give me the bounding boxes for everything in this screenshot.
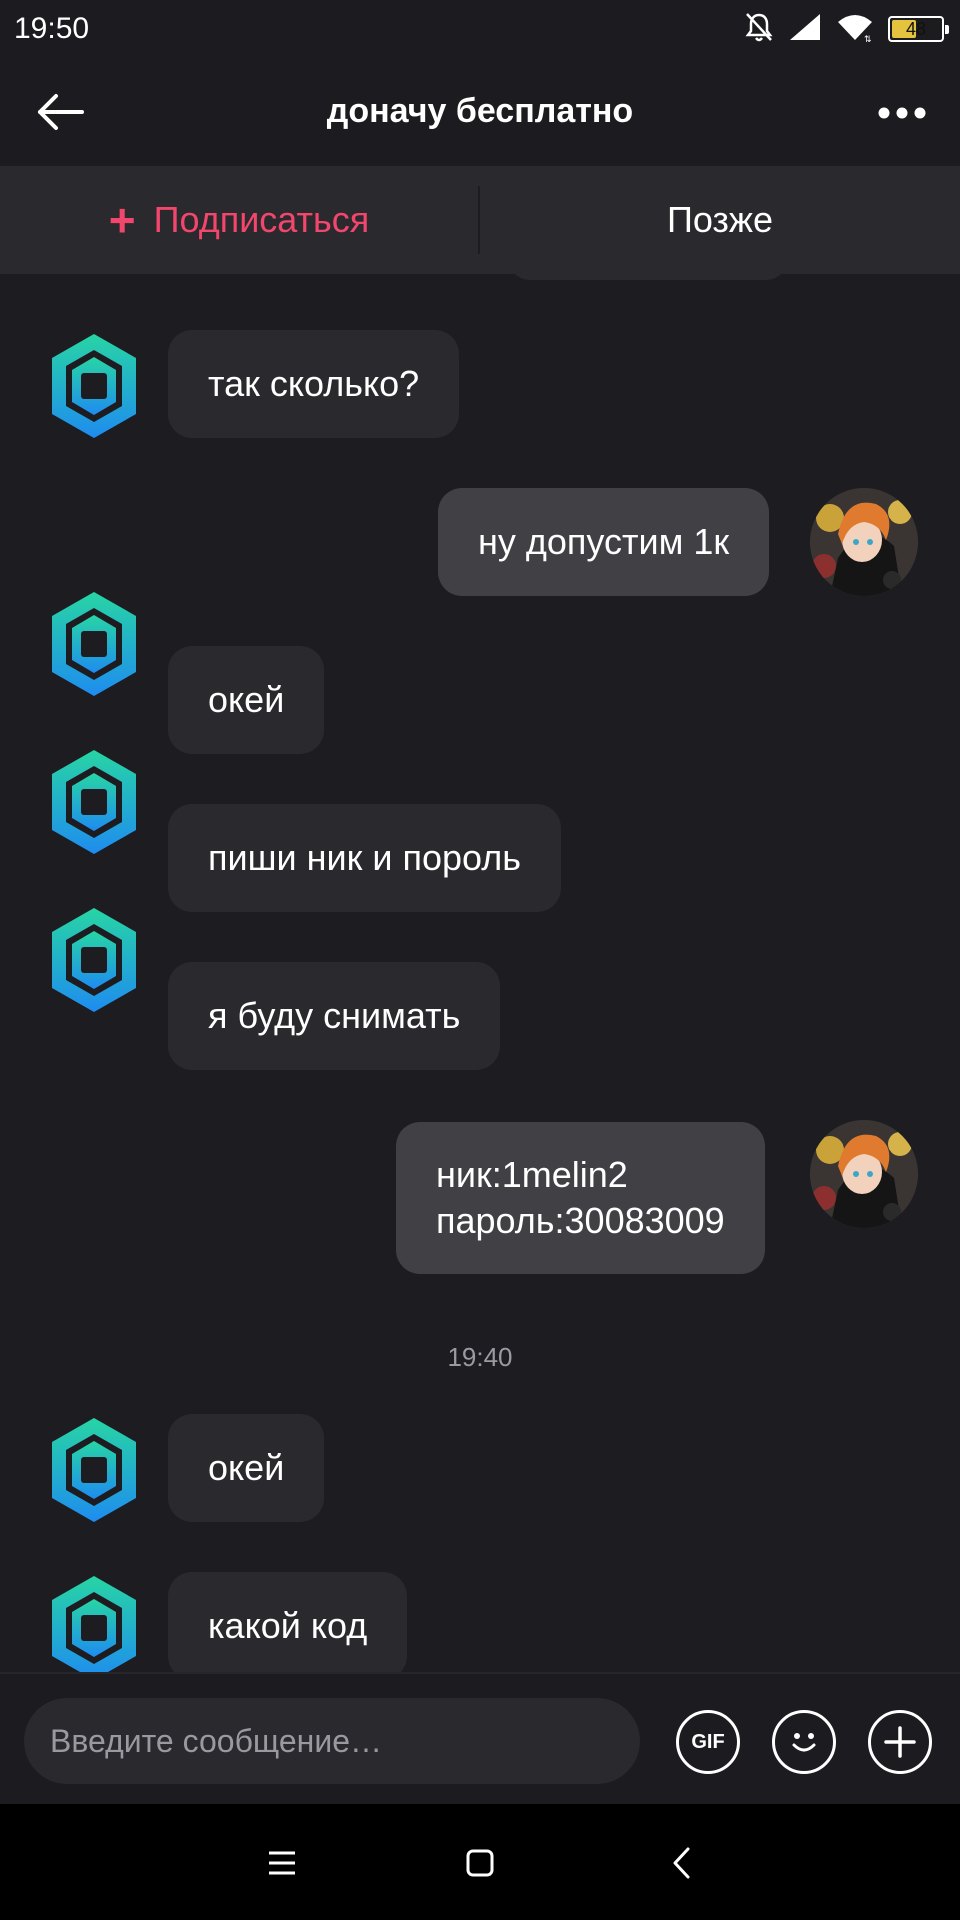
home-button[interactable] [455, 1838, 505, 1888]
more-options-button[interactable] [874, 98, 930, 128]
battery-icon: 48 [888, 16, 949, 42]
message-bubble[interactable]: какой код [168, 1572, 408, 1672]
home-icon [466, 1849, 494, 1877]
gif-button[interactable]: GIF [676, 1710, 740, 1774]
user-avatar-image [810, 1120, 918, 1228]
subscribe-label: Подписаться [153, 199, 370, 240]
system-nav-bar [0, 1804, 960, 1920]
add-icon [884, 1726, 916, 1758]
message-bubble[interactable]: окей [168, 1414, 325, 1522]
recent-apps-button[interactable] [257, 1838, 307, 1888]
message-bubble[interactable]: ну допустим 1к [438, 488, 770, 596]
subscribe-button[interactable]: + Подписаться [0, 166, 478, 274]
later-button[interactable]: Позже [480, 166, 960, 274]
chat-header: доначу бесплатно [0, 58, 960, 166]
message-bubble[interactable]: пиши ник и пороль [168, 804, 561, 912]
more-dots-icon [878, 107, 926, 119]
plus-icon: + [108, 194, 136, 246]
bell-off-icon [744, 11, 774, 48]
menu-icon [269, 1851, 295, 1875]
svg-text:⇅: ⇅ [864, 35, 872, 42]
gif-icon: GIF [691, 1730, 725, 1753]
input-bar: GIF [0, 1672, 960, 1804]
emoji-button[interactable] [772, 1710, 836, 1774]
user-avatar[interactable] [810, 488, 918, 596]
status-bar: 19:50 ⇅ 48 [0, 0, 960, 58]
robux-avatar-icon[interactable] [44, 1414, 144, 1526]
robux-avatar-icon[interactable] [44, 330, 144, 442]
user-avatar-image [810, 488, 918, 596]
back-icon [673, 1847, 690, 1879]
subscribe-bar: + Подписаться Позже [0, 166, 960, 274]
status-icons: ⇅ 48 [744, 11, 949, 48]
chat-area[interactable]: так сколько? ну допустим 1к окей пиши ни… [0, 274, 960, 1672]
nav-back-button[interactable] [657, 1838, 707, 1888]
message-bubble[interactable]: так сколько? [168, 330, 460, 438]
message-bubble[interactable]: ник:1melin2 пароль:30083009 [396, 1122, 765, 1274]
user-avatar[interactable] [810, 1120, 918, 1228]
time-separator: 19:40 [447, 1342, 513, 1372]
add-button[interactable] [868, 1710, 932, 1774]
wifi-icon: ⇅ [836, 12, 874, 47]
signal-icon [788, 12, 822, 47]
status-time: 19:50 [14, 12, 90, 45]
message-bubble[interactable]: окей [168, 646, 325, 754]
previous-message-bubble [508, 274, 788, 280]
robux-avatar-icon[interactable] [44, 1572, 144, 1672]
message-bubble[interactable]: я буду снимать [168, 962, 501, 1070]
chat-title: доначу бесплатно [326, 92, 634, 130]
message-input[interactable] [24, 1698, 640, 1784]
robux-avatar-icon[interactable] [44, 904, 144, 1016]
emoji-icon [792, 1733, 816, 1752]
battery-level: 48 [905, 19, 927, 39]
robux-avatar-icon[interactable] [44, 588, 144, 700]
robux-avatar-icon[interactable] [44, 746, 144, 858]
